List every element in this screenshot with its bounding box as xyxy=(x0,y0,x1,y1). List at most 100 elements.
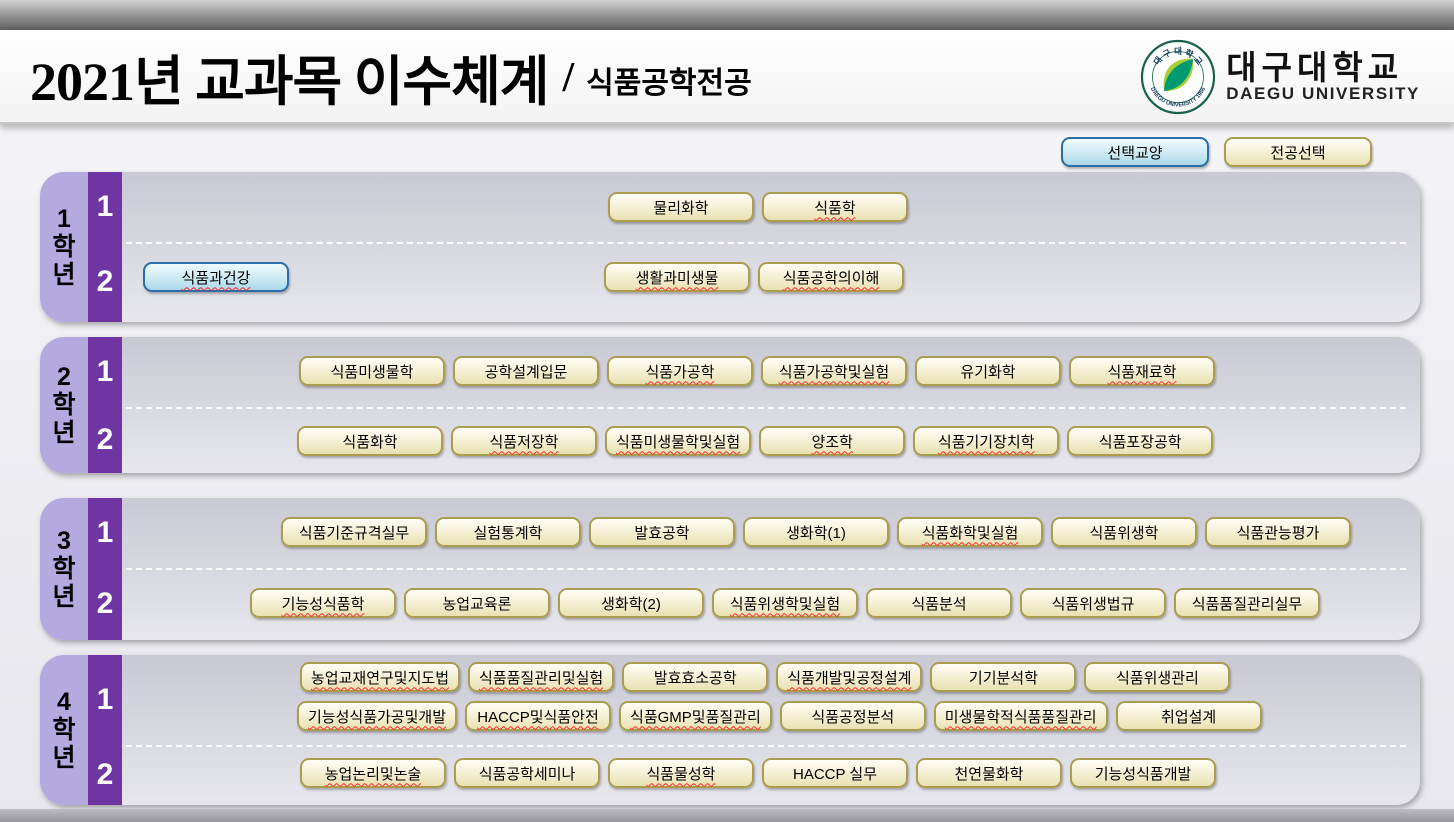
course-name: 물리화학 xyxy=(653,197,708,218)
course-name: 식품기준규격실무 xyxy=(299,522,409,543)
course-box[interactable]: 식품학 xyxy=(762,192,908,222)
course-box[interactable]: 식품공학의이해 xyxy=(758,262,904,292)
course-box[interactable]: 생활과미생물 xyxy=(604,262,750,292)
semester-number: 1 xyxy=(88,498,122,568)
course-box[interactable]: 발효공학 xyxy=(589,517,735,547)
course-box[interactable]: 식품포장공학 xyxy=(1067,426,1213,456)
course-box[interactable]: 식품저장학 xyxy=(451,426,597,456)
course-box[interactable]: 기기분석학 xyxy=(930,662,1076,692)
year-body: 물리화학 식품학식품과건강 생활과미생물 식품공학의이해 xyxy=(122,172,1420,322)
course-box[interactable]: 식품품질관리실무 xyxy=(1174,588,1320,618)
course-name: 식품분석 xyxy=(911,593,966,614)
course-name: 식품재료학 xyxy=(1107,361,1176,382)
semester-bar: 12 xyxy=(88,172,122,322)
course-box[interactable]: 양조학 xyxy=(759,426,905,456)
course-name: 기능성식품학 xyxy=(282,593,365,614)
semester-divider xyxy=(126,568,1406,570)
course-name: 식품위생학 xyxy=(1089,522,1158,543)
course-name: 기능성식품개발 xyxy=(1095,763,1192,784)
course-box[interactable]: 농업교육론 xyxy=(404,588,550,618)
course-box[interactable]: 기능성식품개발 xyxy=(1070,758,1216,788)
course-row-y2-s2: 식품화학 식품저장학 식품미생물학및실험 양조학 식품기기장치학 식품포장공학 xyxy=(297,426,1213,456)
course-box[interactable]: 농업교재연구및지도법 xyxy=(300,662,460,692)
course-row-y3-s2: 기능성식품학 농업교육론 생화학(2) 식품위생학및실험 식품분석 식품위생법규 식품품질관… xyxy=(250,588,1320,618)
course-box[interactable]: 천연물화학 xyxy=(916,758,1062,788)
legend-major-elective-button[interactable]: 전공선택 xyxy=(1224,137,1372,167)
course-box[interactable]: 식품공학세미나 xyxy=(454,758,600,788)
legend-liberal-elective-button[interactable]: 선택교양 xyxy=(1061,137,1209,167)
course-box[interactable]: 미생물학적식품품질관리 xyxy=(934,701,1108,731)
year-section-4: 4학년12농업교재연구및지도법식품품질관리및실험발효효소공학식품개발및공정설계기… xyxy=(40,655,1420,805)
course-name: 발효효소공학 xyxy=(654,667,737,688)
course-name: 식품공정분석 xyxy=(811,706,894,727)
course-name: 식품관능평가 xyxy=(1237,522,1320,543)
semester-divider xyxy=(126,407,1406,409)
course-row-y4-s1: 농업교재연구및지도법 식품품질관리및실험 발효효소공학 식품개발및공정설계 기기분석학 식… xyxy=(300,662,1230,692)
course-box[interactable]: 식품물성학 xyxy=(608,758,754,788)
course-box[interactable]: 식품미생물학 xyxy=(299,356,445,386)
course-box[interactable]: 식품공정분석 xyxy=(780,701,926,731)
course-box[interactable]: 생화학(2) xyxy=(558,588,704,618)
course-name: 식품저장학 xyxy=(489,431,558,452)
course-name: 식품가공학및실험 xyxy=(779,361,889,382)
course-name: 식품기기장치학 xyxy=(938,431,1035,452)
course-name: 생화학(1) xyxy=(786,522,846,543)
course-name: 식품물성학 xyxy=(646,763,715,784)
course-box[interactable]: 식품기준규격실무 xyxy=(281,517,427,547)
course-box[interactable]: 식품가공학 xyxy=(607,356,753,386)
course-row-y1-s1: 물리화학 식품학 xyxy=(608,192,908,222)
course-box[interactable]: 식품화학및실험 xyxy=(897,517,1043,547)
course-box[interactable]: 식품품질관리및실험 xyxy=(468,662,614,692)
course-box[interactable]: 생화학(1) xyxy=(743,517,889,547)
year-label-3: 3학년 xyxy=(40,498,88,640)
course-box[interactable]: 물리화학 xyxy=(608,192,754,222)
course-box[interactable]: HACCP및식품안전 xyxy=(465,701,611,731)
legend-liberal-elective-label: 선택교양 xyxy=(1107,142,1162,163)
course-name: 식품위생관리 xyxy=(1116,667,1199,688)
course-box[interactable]: 취업설계 xyxy=(1116,701,1262,731)
course-box[interactable]: 식품가공학및실험 xyxy=(761,356,907,386)
course-name: 농업교재연구및지도법 xyxy=(311,667,449,688)
course-box[interactable]: 식품위생관리 xyxy=(1084,662,1230,692)
course-box[interactable]: 기능성식품가공및개발 xyxy=(297,701,457,731)
course-box[interactable]: HACCP 실무 xyxy=(762,758,908,788)
semester-number: 2 xyxy=(88,745,122,805)
course-box[interactable]: 식품화학 xyxy=(297,426,443,456)
course-box[interactable]: 식품분석 xyxy=(866,588,1012,618)
course-name: 기능성식품가공및개발 xyxy=(308,706,446,727)
course-box[interactable]: 기능성식품학 xyxy=(250,588,396,618)
year-label-4: 4학년 xyxy=(40,655,88,805)
course-name: 미생물학적식품품질관리 xyxy=(945,706,1097,727)
top-decoration-bar xyxy=(0,0,1454,30)
year-section-1: 1학년12물리화학식품학식품과건강생활과미생물식품공학의이해 xyxy=(40,172,1420,322)
course-box[interactable]: 실험통계학 xyxy=(435,517,581,547)
course-box[interactable]: 식품기기장치학 xyxy=(913,426,1059,456)
university-seal-icon: 대 구 대 학 교 DAEGU UNIVERSITY 1956 xyxy=(1140,39,1216,115)
semester-bar: 12 xyxy=(88,498,122,640)
course-box[interactable]: 식품미생물학및실험 xyxy=(605,426,751,456)
page-title: 2021년 교과목 이수체계 xyxy=(30,37,548,116)
course-name: 천연물화학 xyxy=(954,763,1023,784)
course-box[interactable]: 식품재료학 xyxy=(1069,356,1215,386)
course-box[interactable]: 발효효소공학 xyxy=(622,662,768,692)
course-box[interactable]: 유기화학 xyxy=(915,356,1061,386)
course-box[interactable]: 식품개발및공정설계 xyxy=(776,662,922,692)
course-name: 기기분석학 xyxy=(969,667,1038,688)
semester-number: 1 xyxy=(88,337,122,407)
course-box[interactable]: 식품GMP및품질관리 xyxy=(619,701,772,731)
course-box[interactable]: 식품위생법규 xyxy=(1020,588,1166,618)
year-section-3: 3학년12식품기준규격실무실험통계학발효공학생화학(1)식품화학및실험식품위생학… xyxy=(40,498,1420,640)
course-box[interactable]: 공학설계입문 xyxy=(453,356,599,386)
course-name: 식품공학의이해 xyxy=(783,267,880,288)
course-name: 식품포장공학 xyxy=(1099,431,1182,452)
course-box[interactable]: 식품과건강 xyxy=(143,262,289,292)
year-label-2: 2학년 xyxy=(40,337,88,473)
course-box[interactable]: 식품관능평가 xyxy=(1205,517,1351,547)
course-name: 식품개발및공정설계 xyxy=(787,667,911,688)
course-name: 식품화학및실험 xyxy=(922,522,1019,543)
course-box[interactable]: 식품위생학및실험 xyxy=(712,588,858,618)
course-name: 식품과건강 xyxy=(181,267,250,288)
course-box[interactable]: 식품위생학 xyxy=(1051,517,1197,547)
course-box[interactable]: 농업논리및논술 xyxy=(300,758,446,788)
semester-divider xyxy=(126,242,1406,244)
